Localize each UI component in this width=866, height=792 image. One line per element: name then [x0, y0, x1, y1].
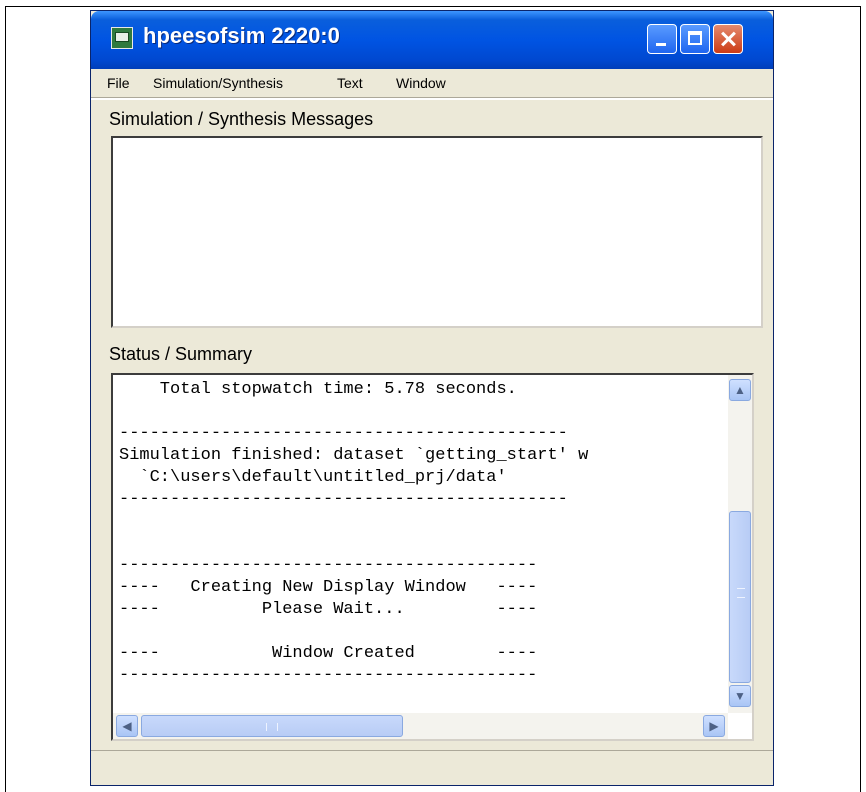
horizontal-scrollbar[interactable]: ◀ ▶ — [113, 713, 728, 739]
log-line: ---- Please Wait... ---- — [119, 600, 538, 619]
grip-icon — [266, 723, 278, 731]
title-bar[interactable]: hpeesofsim 2220:0 — [91, 11, 773, 69]
menu-file[interactable]: File — [107, 75, 130, 91]
window-title: hpeesofsim 2220:0 — [143, 23, 340, 48]
horizontal-scroll-thumb[interactable] — [141, 715, 403, 737]
minimize-button[interactable] — [647, 24, 677, 54]
status-log-text: Total stopwatch time: 5.78 seconds. ----… — [119, 379, 726, 687]
scroll-right-button[interactable]: ▶ — [703, 715, 725, 737]
frame-right-line — [860, 6, 861, 792]
window-status-bar — [91, 750, 773, 785]
messages-section-label: Simulation / Synthesis Messages — [109, 109, 374, 129]
close-button[interactable] — [713, 24, 743, 54]
scroll-down-button[interactable]: ▼ — [729, 685, 751, 707]
frame-left-line — [5, 6, 6, 792]
scroll-left-button[interactable]: ◀ — [116, 715, 138, 737]
log-line: ----------------------------------------… — [119, 490, 568, 509]
vertical-scrollbar[interactable]: ▲ ▼ — [728, 375, 752, 713]
vertical-scroll-thumb[interactable] — [729, 511, 751, 683]
log-line: ----------------------------------------… — [119, 556, 538, 575]
log-line: ----------------------------------------… — [119, 666, 538, 685]
scroll-up-button[interactable]: ▲ — [729, 379, 751, 401]
status-summary-panel[interactable]: Total stopwatch time: 5.78 seconds. ----… — [111, 373, 754, 741]
chevron-left-icon: ◀ — [122, 719, 132, 733]
chevron-down-icon: ▼ — [734, 689, 746, 703]
menu-window[interactable]: Window — [396, 75, 446, 91]
grip-icon — [737, 588, 745, 598]
menu-separator — [91, 97, 773, 100]
log-line: Simulation finished: dataset `getting_st… — [119, 446, 589, 465]
frame-top-line — [5, 6, 861, 7]
app-window-icon[interactable] — [111, 27, 133, 49]
log-line: ---- Creating New Display Window ---- — [119, 578, 538, 597]
hpeesofsim-window: hpeesofsim 2220:0 File Simulation/Synthe… — [90, 10, 774, 786]
menu-bar: File Simulation/Synthesis Text Window — [91, 69, 773, 97]
log-line: ----------------------------------------… — [119, 424, 568, 443]
messages-panel[interactable] — [111, 136, 763, 328]
log-line: ---- Window Created ---- — [119, 644, 538, 663]
menu-text[interactable]: Text — [337, 75, 363, 91]
log-line: Total stopwatch time: 5.78 seconds. — [119, 380, 517, 399]
status-section-label: Status / Summary — [109, 344, 253, 364]
chevron-up-icon: ▲ — [734, 383, 746, 397]
log-line: `C:\users\default\untitled_prj/data' — [119, 468, 507, 487]
menu-simulation-synthesis[interactable]: Simulation/Synthesis — [153, 75, 283, 91]
maximize-button[interactable] — [680, 24, 710, 54]
chevron-right-icon: ▶ — [709, 719, 719, 733]
